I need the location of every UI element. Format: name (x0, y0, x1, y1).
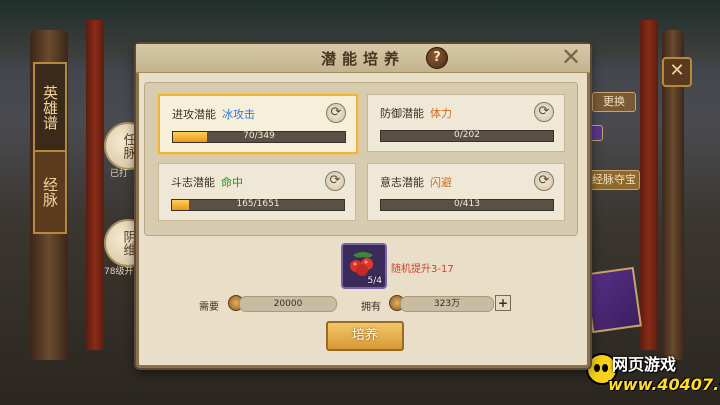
pillar-right (640, 20, 658, 350)
card-label: 进攻潜能 冰攻击 (172, 108, 255, 121)
need-amount: 20000 (239, 296, 337, 312)
watermark-url: www.40407.com (608, 375, 720, 394)
item-description: 随机提升3-17 (391, 264, 454, 275)
training-item-slot[interactable]: 5/4 (341, 243, 387, 289)
pillar-left (86, 20, 104, 350)
card-label: 斗志潜能 命中 (171, 176, 243, 189)
potential-card-morale[interactable]: 斗志潜能 命中 ⟳ 165/1651 (158, 163, 356, 221)
train-button[interactable]: 培养 (326, 321, 404, 351)
potential-card-attack[interactable]: 进攻潜能 冰攻击 ⟳ 70/349 (158, 94, 358, 154)
watermark-name: 网页游戏 (612, 355, 677, 374)
close-panel-icon[interactable]: ✕ (662, 57, 692, 87)
add-currency-button[interactable]: + (495, 295, 511, 311)
card-value: 冰攻击 (222, 108, 255, 121)
watermark: 网页游戏 www.40407.com (586, 351, 720, 401)
refresh-icon[interactable]: ⟳ (534, 171, 554, 191)
meridian-node-ren-caption: 已打 (110, 169, 129, 179)
dialog-title-bar: 潜能培养 ? ✕ (136, 44, 590, 73)
progress-bar: 165/1651 (171, 199, 345, 211)
card-value: 闪避 (430, 176, 452, 189)
potential-cards-frame: 进攻潜能 冰攻击 ⟳ 70/349 防御潜能 体力 ⟳ 0/202 斗志潜能 命中 ⟳… (144, 82, 578, 236)
potential-card-will[interactable]: 意志潜能 闪避 ⟳ 0/413 (367, 163, 565, 221)
need-label: 需要 (199, 302, 219, 313)
progress-bar: 70/349 (172, 131, 346, 143)
item-count: 5/4 (367, 276, 382, 286)
tab-hero-list[interactable]: 英雄谱 (33, 62, 67, 152)
card-label: 意志潜能 闪避 (380, 176, 452, 189)
meridian-treasure-button[interactable]: 经脉夺宝 (588, 170, 640, 190)
fruit-item-icon (350, 252, 373, 276)
progress-text: 165/1651 (236, 199, 280, 209)
card-value: 体力 (430, 107, 452, 120)
card-label: 防御潜能 体力 (380, 107, 452, 120)
tab-meridian[interactable]: 经脉 (33, 150, 67, 234)
potential-training-dialog: 潜能培养 ? ✕ 进攻潜能 冰攻击 ⟳ 70/349 防御潜能 体力 ⟳ 0/202… (136, 44, 590, 368)
dialog-title: 潜能培养 (320, 50, 405, 68)
own-label: 拥有 (361, 302, 381, 313)
progress-bar: 0/202 (380, 130, 554, 142)
swap-button[interactable]: 更换 (592, 92, 636, 112)
progress-text: 0/413 (454, 199, 480, 209)
refresh-icon[interactable]: ⟳ (325, 171, 345, 191)
progress-bar: 0/413 (380, 199, 554, 211)
potential-card-defense[interactable]: 防御潜能 体力 ⟳ 0/202 (367, 94, 565, 152)
progress-text: 70/349 (243, 131, 275, 141)
own-amount: 323万 (400, 296, 494, 312)
help-icon[interactable]: ? (426, 47, 448, 69)
refresh-icon[interactable]: ⟳ (326, 103, 346, 123)
card-value: 命中 (221, 176, 243, 189)
progress-text: 0/202 (454, 130, 480, 140)
close-icon[interactable]: ✕ (560, 45, 582, 69)
book-icon[interactable] (584, 266, 642, 334)
refresh-icon[interactable]: ⟳ (534, 102, 554, 122)
meridian-node-yinwei-caption: 78级开 (104, 267, 134, 277)
